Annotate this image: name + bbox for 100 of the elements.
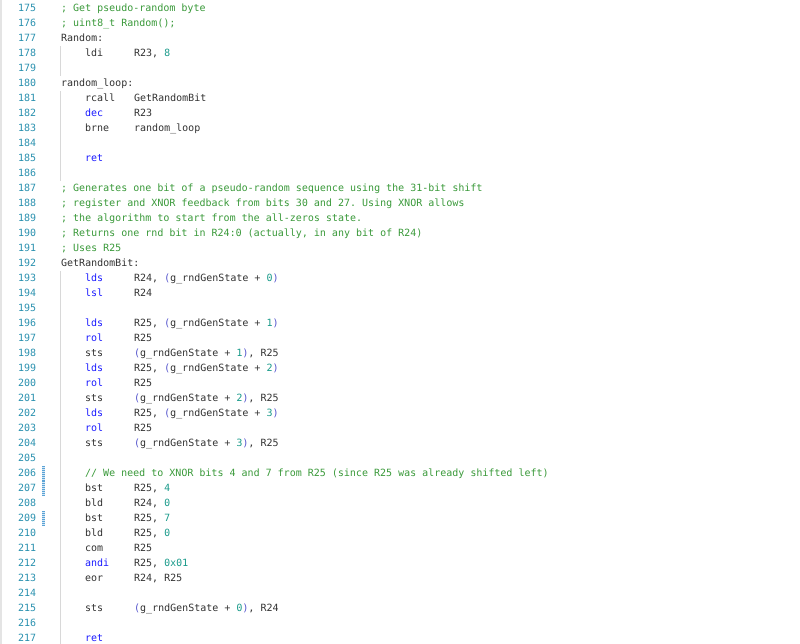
instruction-mnemonic: ldi [85,47,104,61]
instruction-mnemonic: sts [85,347,104,361]
line-number: 188 [16,197,36,211]
instruction-mnemonic: bst [85,482,104,496]
line-number: 209 [16,512,36,526]
operands: R25, 4 [134,482,170,496]
instruction-mnemonic: rol [85,332,104,346]
line-number: 177 [16,32,36,46]
operands: R25 [134,422,152,436]
line-number: 204 [16,437,36,451]
instruction-mnemonic: bst [85,512,104,526]
instruction-mnemonic: andi [85,557,110,571]
code-label: random_loop: [61,77,134,91]
line-number: 199 [16,362,36,376]
instruction-mnemonic: rol [85,377,104,391]
line-number: 181 [16,92,36,106]
instruction-mnemonic: bld [85,527,104,541]
line-number: 195 [16,302,36,316]
line-number: 196 [16,317,36,331]
line-number: 193 [16,272,36,286]
line-number: 184 [16,137,36,151]
line-number: 175 [16,2,36,16]
instruction-mnemonic: bld [85,497,104,511]
instruction-mnemonic: eor [85,572,104,586]
instruction-mnemonic: ret [85,152,104,166]
operands: R24, 0 [134,497,170,511]
line-number: 212 [16,557,36,571]
line-number: 215 [16,602,36,616]
line-number: 217 [16,632,36,644]
operands: (g_rndGenState + 3), R25 [134,437,279,451]
operands: R23 [134,107,152,121]
line-number: 194 [16,287,36,301]
line-number: 206 [16,467,36,481]
line-number: 186 [16,167,36,181]
operands: (g_rndGenState + 2), R25 [134,392,279,406]
operands: R23, 8 [134,47,170,61]
line-number: 179 [16,62,36,76]
operands: R25, (g_rndGenState + 2) [134,362,279,376]
code-label: GetRandomBit: [61,257,140,271]
line-number: 176 [16,17,36,31]
line-number: 182 [16,107,36,121]
line-number: 192 [16,257,36,271]
line-number: 203 [16,422,36,436]
instruction-mnemonic: dec [85,107,104,121]
instruction-mnemonic: ret [85,632,104,644]
code-comment: ; Uses R25 [61,242,122,256]
operands: R24 [134,287,152,301]
operands: R25 [134,332,152,346]
line-number: 208 [16,497,36,511]
line-number: 191 [16,242,36,256]
line-number: 214 [16,587,36,601]
code-comment: ; Generates one bit of a pseudo-random sequence using the 31-bit shift [61,182,482,196]
line-number: 216 [16,617,36,631]
line-number: 210 [16,527,36,541]
code-comment: ; register and XNOR feedback from bits 30 and 27. Using XNOR allows [61,197,464,211]
instruction-mnemonic: sts [85,602,104,616]
line-number: 197 [16,332,36,346]
code-comment: ; Get pseudo-random byte [61,2,206,16]
operands: GetRandomBit [134,92,206,106]
line-number: 178 [16,47,36,61]
operands: R25, 0 [134,527,170,541]
line-number: 185 [16,152,36,166]
line-number: 187 [16,182,36,196]
operands: R25, 7 [134,512,170,526]
line-number: 207 [16,482,36,496]
code-comment: ; uint8_t Random(); [61,17,176,31]
line-number: 202 [16,407,36,421]
operands: R25, (g_rndGenState + 3) [134,407,279,421]
instruction-mnemonic: sts [85,437,104,451]
line-number: 190 [16,227,36,241]
line-number: 213 [16,572,36,586]
instruction-mnemonic: lds [85,407,104,421]
line-number: 211 [16,542,36,556]
operands: R24, (g_rndGenState + 0) [134,272,279,286]
instruction-mnemonic: lds [85,272,104,286]
code-comment: ; the algorithm to start from the all-zeros state. [61,212,362,226]
operands: R25, (g_rndGenState + 1) [134,317,279,331]
operands: R25, 0x01 [134,557,188,571]
line-number: 183 [16,122,36,136]
line-number: 205 [16,452,36,466]
instruction-mnemonic: com [85,542,104,556]
line-number: 189 [16,212,36,226]
instruction-mnemonic: rol [85,422,104,436]
instruction-mnemonic: rcall [85,92,116,106]
code-comment: ; Returns one rnd bit in R24:0 (actually, in any bit of R24) [61,227,422,241]
line-number: 201 [16,392,36,406]
operands: random_loop [134,122,200,136]
operands: (g_rndGenState + 1), R25 [134,347,279,361]
operands: R24, R25 [134,572,182,586]
operands: R25 [134,542,152,556]
line-number: 180 [16,77,36,91]
instruction-mnemonic: lsl [85,287,104,301]
instruction-mnemonic: lds [85,317,104,331]
instruction-mnemonic: brne [85,122,110,136]
code-label: Random: [61,32,104,46]
instruction-mnemonic: sts [85,392,104,406]
line-number: 200 [16,377,36,391]
line-number: 198 [16,347,36,361]
instruction-mnemonic: lds [85,362,104,376]
operands: (g_rndGenState + 0), R24 [134,602,279,616]
